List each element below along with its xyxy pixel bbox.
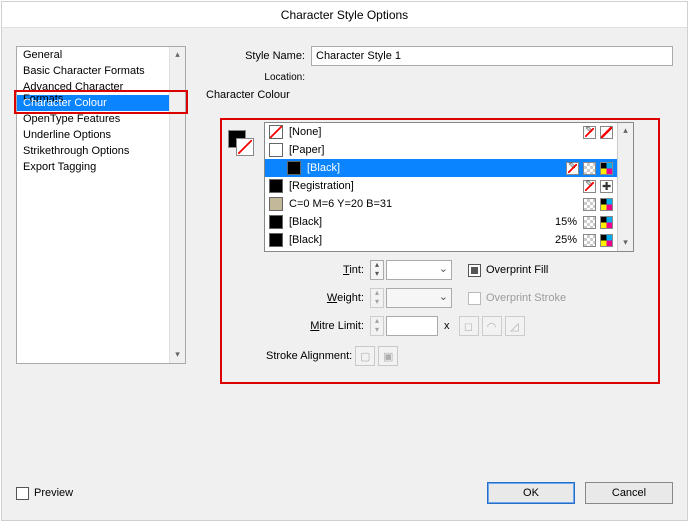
scroll-up-icon[interactable]: ▴ (170, 47, 185, 63)
style-name-label: Style Name: (206, 50, 311, 62)
category-item[interactable]: Advanced Character Formats (17, 79, 169, 95)
join-bevel-icon: ◿ (505, 316, 525, 336)
category-item[interactable]: Underline Options (17, 127, 169, 143)
footer: Preview OK Cancel (16, 482, 673, 504)
overprint-stroke-checkbox (468, 292, 481, 305)
pencil-slash-icon (566, 162, 579, 175)
scroll-up-icon[interactable]: ▴ (618, 123, 633, 139)
tint-dropdown[interactable] (386, 260, 452, 280)
cmyk-icon (600, 162, 613, 175)
stroke-proxy-icon[interactable] (236, 138, 254, 156)
swatch-name: [Black] (307, 162, 526, 174)
weight-label: Weight: (220, 292, 370, 304)
cmyk-icon (600, 234, 613, 247)
category-item[interactable]: Character Colour (17, 95, 169, 111)
stroke-align-center-icon: ▢ (355, 346, 375, 366)
mitre-stepper[interactable]: ▴▾ (370, 316, 384, 336)
category-item[interactable]: Basic Character Formats (17, 63, 169, 79)
weight-dropdown[interactable] (386, 288, 452, 308)
mitre-x-label: x (444, 320, 450, 332)
swatch-icon (269, 179, 283, 193)
swatch-icon (269, 143, 283, 157)
stroke-align-inside-icon: ▣ (378, 346, 398, 366)
category-scrollbar[interactable]: ▴ ▾ (169, 47, 185, 363)
overprint-stroke-label: Overprint Stroke (486, 292, 566, 304)
swatch-name: [Black] (289, 234, 543, 246)
swatch-name: [Black] (289, 216, 543, 228)
scroll-down-icon[interactable]: ▾ (170, 347, 185, 363)
swatch-row[interactable]: C=0 M=6 Y=20 B=31 (265, 195, 617, 213)
tint-stepper[interactable]: ▴▾ (370, 260, 384, 280)
overprint-fill-label: Overprint Fill (486, 264, 548, 276)
swatch-name: C=0 M=6 Y=20 B=31 (289, 198, 543, 210)
reg-icon (600, 180, 613, 193)
location-label: Location: (206, 72, 311, 83)
swatch-percent: 25% (543, 234, 583, 246)
ok-button[interactable]: OK (487, 482, 575, 504)
character-style-options-dialog: Character Style Options GeneralBasic Cha… (1, 1, 688, 521)
grey-icon (583, 162, 596, 175)
swatch-row[interactable]: [Registration] (265, 177, 617, 195)
grey-icon (583, 234, 596, 247)
swatch-name: [None] (289, 126, 543, 138)
style-name-input[interactable] (311, 46, 673, 66)
swatch-scrollbar[interactable]: ▴ ▾ (617, 123, 633, 251)
swatch-icon (269, 197, 283, 211)
swatch-icon (269, 233, 283, 247)
mitre-limit-input[interactable] (386, 316, 438, 336)
preview-label: Preview (34, 487, 73, 499)
red-slash-icon (600, 126, 613, 139)
grey-icon (583, 198, 596, 211)
scroll-down-icon[interactable]: ▾ (618, 235, 633, 251)
join-round-icon: ◠ (482, 316, 502, 336)
overprint-fill-checkbox[interactable] (468, 264, 481, 277)
swatch-row[interactable]: [Black]15% (265, 213, 617, 231)
pencil-slash-icon (583, 180, 596, 193)
grey-icon (583, 216, 596, 229)
preview-checkbox[interactable] (16, 487, 29, 500)
category-item[interactable]: Strikethrough Options (17, 143, 169, 159)
fill-stroke-proxy[interactable] (228, 130, 256, 158)
swatch-row[interactable]: [Black]25% (265, 231, 617, 249)
category-item[interactable]: General (17, 47, 169, 63)
swatch-row[interactable]: [None] (265, 123, 617, 141)
section-title: Character Colour (206, 89, 673, 101)
swatch-name: [Registration] (289, 180, 543, 192)
weight-stepper[interactable]: ▴▾ (370, 288, 384, 308)
swatch-row[interactable]: [Black] (265, 159, 617, 177)
swatch-icon (287, 161, 301, 175)
join-miter-icon: ◻ (459, 316, 479, 336)
swatch-list: [None] [Paper] [Black] [Registration] C=0 M=… (264, 122, 634, 252)
stroke-alignment-label: Stroke Alignment: (266, 350, 352, 362)
category-item[interactable]: OpenType Features (17, 111, 169, 127)
tint-label: TTint:int: (220, 264, 370, 276)
category-item[interactable]: Export Tagging (17, 159, 169, 175)
cmyk-icon (600, 216, 613, 229)
swatch-percent: 15% (543, 216, 583, 228)
swatch-row[interactable]: [Paper] (265, 141, 617, 159)
category-list: GeneralBasic Character FormatsAdvanced C… (16, 46, 186, 364)
swatch-icon (269, 125, 283, 139)
cancel-button[interactable]: Cancel (585, 482, 673, 504)
titlebar: Character Style Options (2, 2, 687, 28)
colour-panel: [None] [Paper] [Black] [Registration] C=0 M=… (220, 122, 652, 366)
swatch-name: [Paper] (289, 144, 573, 156)
swatch-icon (269, 215, 283, 229)
pencil-slash-icon (583, 126, 596, 139)
cmyk-icon (600, 198, 613, 211)
mitre-limit-label: Mitre Limit: (220, 320, 370, 332)
